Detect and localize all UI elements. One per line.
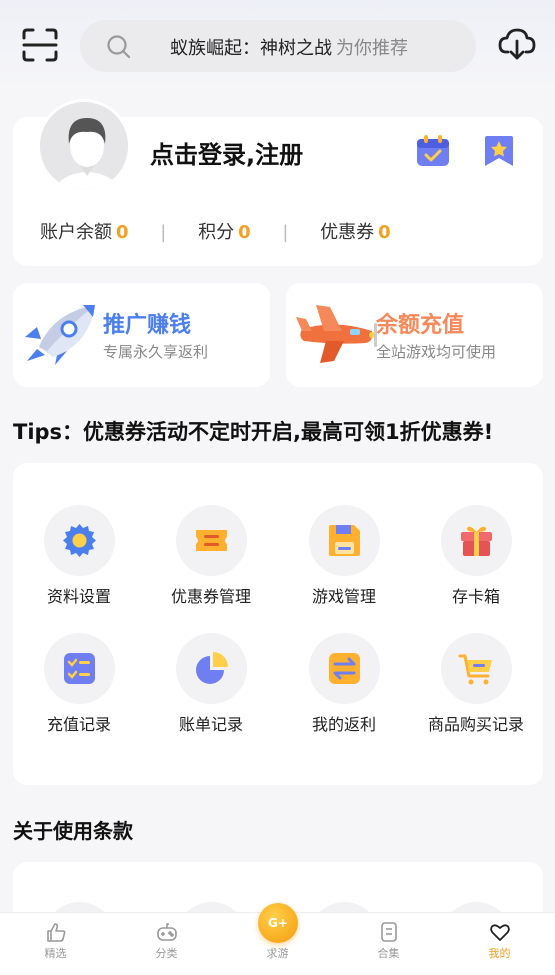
icon-circle	[308, 633, 380, 704]
airplane-icon	[296, 305, 377, 363]
tab-label: 合集	[377, 947, 400, 960]
gift-box-icon	[460, 526, 492, 556]
search-query: 蚁族崛起：神树之战	[170, 38, 332, 59]
checklist-icon	[63, 653, 95, 684]
grid-item-label: 账单记录	[178, 715, 243, 734]
grid-item-label: 充值记录	[46, 715, 111, 734]
balance-recharge-card[interactable]: 余额充值 全站游戏均可使用	[286, 283, 543, 387]
calendar-check-icon[interactable]	[415, 133, 451, 169]
g-plus-icon[interactable]: G+	[258, 903, 298, 943]
pie-chart-icon	[195, 652, 228, 684]
grid-item-recharge-records[interactable]: 充值记录	[13, 633, 145, 735]
promote-earn-card[interactable]: 推广赚钱 专属永久享返利	[13, 283, 270, 387]
cart-icon	[458, 654, 492, 685]
promo-title: 余额充值	[376, 313, 465, 338]
save-icon	[328, 525, 360, 556]
gear-icon	[62, 524, 96, 557]
scan-icon[interactable]	[20, 26, 60, 64]
grid-item-coupon-management[interactable]: 优惠券管理	[145, 505, 277, 607]
tab-collection[interactable]: 合集	[333, 913, 444, 975]
avatar[interactable]	[37, 99, 131, 193]
search-hint: 为你推荐	[336, 38, 408, 59]
cloud-download-icon[interactable]	[497, 24, 537, 64]
promo-subtitle: 全站游戏均可使用	[376, 343, 497, 361]
divider: |	[160, 222, 167, 243]
grid-item-bill-records[interactable]: 账单记录	[145, 633, 277, 735]
exchange-icon	[328, 653, 360, 684]
balance-label[interactable]: 账户余额	[40, 222, 112, 243]
promo-subtitle: 专属永久享返利	[103, 343, 209, 361]
grid-item-label: 资料设置	[46, 587, 111, 606]
grid-item-card-box[interactable]: 存卡箱	[410, 505, 542, 607]
promo-title: 推广赚钱	[103, 313, 192, 338]
grid-item-purchase-records[interactable]: 商品购买记录	[410, 633, 542, 735]
icon-circle	[43, 633, 115, 704]
function-grid: 资料设置 优惠券管理 游戏管理 存卡箱 充值记录 账单记录 我的返利 商品购买记…	[13, 463, 543, 785]
icon-circle	[175, 505, 247, 576]
points-label[interactable]: 积分	[198, 222, 234, 243]
search-icon	[107, 35, 131, 59]
grid-item-label: 游戏管理	[311, 587, 376, 606]
coupon-label[interactable]: 优惠券	[320, 222, 374, 243]
thumbs-up-icon	[47, 923, 66, 942]
terms-section-title: 关于使用条款	[13, 819, 133, 843]
bookmark-star-icon[interactable]	[481, 133, 517, 169]
gamepad-icon	[157, 923, 177, 941]
grid-item-label: 存卡箱	[451, 587, 500, 606]
tab-label: 求游	[266, 947, 289, 960]
icon-circle	[308, 505, 380, 576]
grid-item-my-rebates[interactable]: 我的返利	[278, 633, 410, 735]
account-stats: 账户余额 0 | 积分 0 | 优惠券 0	[40, 218, 391, 244]
icon-circle	[175, 633, 247, 704]
grid-item-profile-settings[interactable]: 资料设置	[13, 505, 145, 607]
coupon-value: 0	[378, 222, 391, 243]
heart-icon	[490, 924, 510, 941]
grid-item-label: 优惠券管理	[170, 587, 251, 606]
search-bar[interactable]: 蚁族崛起：神树之战 为你推荐	[80, 20, 476, 72]
tips-text: Tips：优惠券活动不定时开启,最高可领1折优惠券!	[13, 420, 494, 444]
tab-featured[interactable]: 精选	[0, 913, 111, 975]
coupon-icon	[195, 530, 227, 551]
collection-icon	[381, 922, 397, 942]
tab-category[interactable]: 分类	[111, 913, 222, 975]
tab-label: 精选	[44, 947, 67, 960]
divider: |	[282, 222, 289, 243]
balance-value: 0	[116, 222, 129, 243]
grid-item-label: 商品购买记录	[427, 715, 524, 734]
tab-label: 分类	[155, 947, 178, 960]
icon-circle	[440, 505, 512, 576]
icon-circle	[43, 505, 115, 576]
rocket-icon	[25, 305, 95, 365]
icon-circle	[440, 633, 512, 704]
grid-item-label: 我的返利	[311, 715, 376, 734]
grid-item-game-management[interactable]: 游戏管理	[278, 505, 410, 607]
profile-card: 点击登录,注册 账户余额 0 | 积分 0 | 优惠券 0	[13, 99, 543, 266]
search-text: 蚁族崛起：神树之战 为你推荐	[170, 34, 408, 60]
login-link[interactable]: 点击登录,注册	[150, 135, 303, 170]
tab-label: 我的	[488, 947, 511, 960]
tab-mine[interactable]: 我的	[444, 913, 555, 975]
points-value: 0	[238, 222, 251, 243]
